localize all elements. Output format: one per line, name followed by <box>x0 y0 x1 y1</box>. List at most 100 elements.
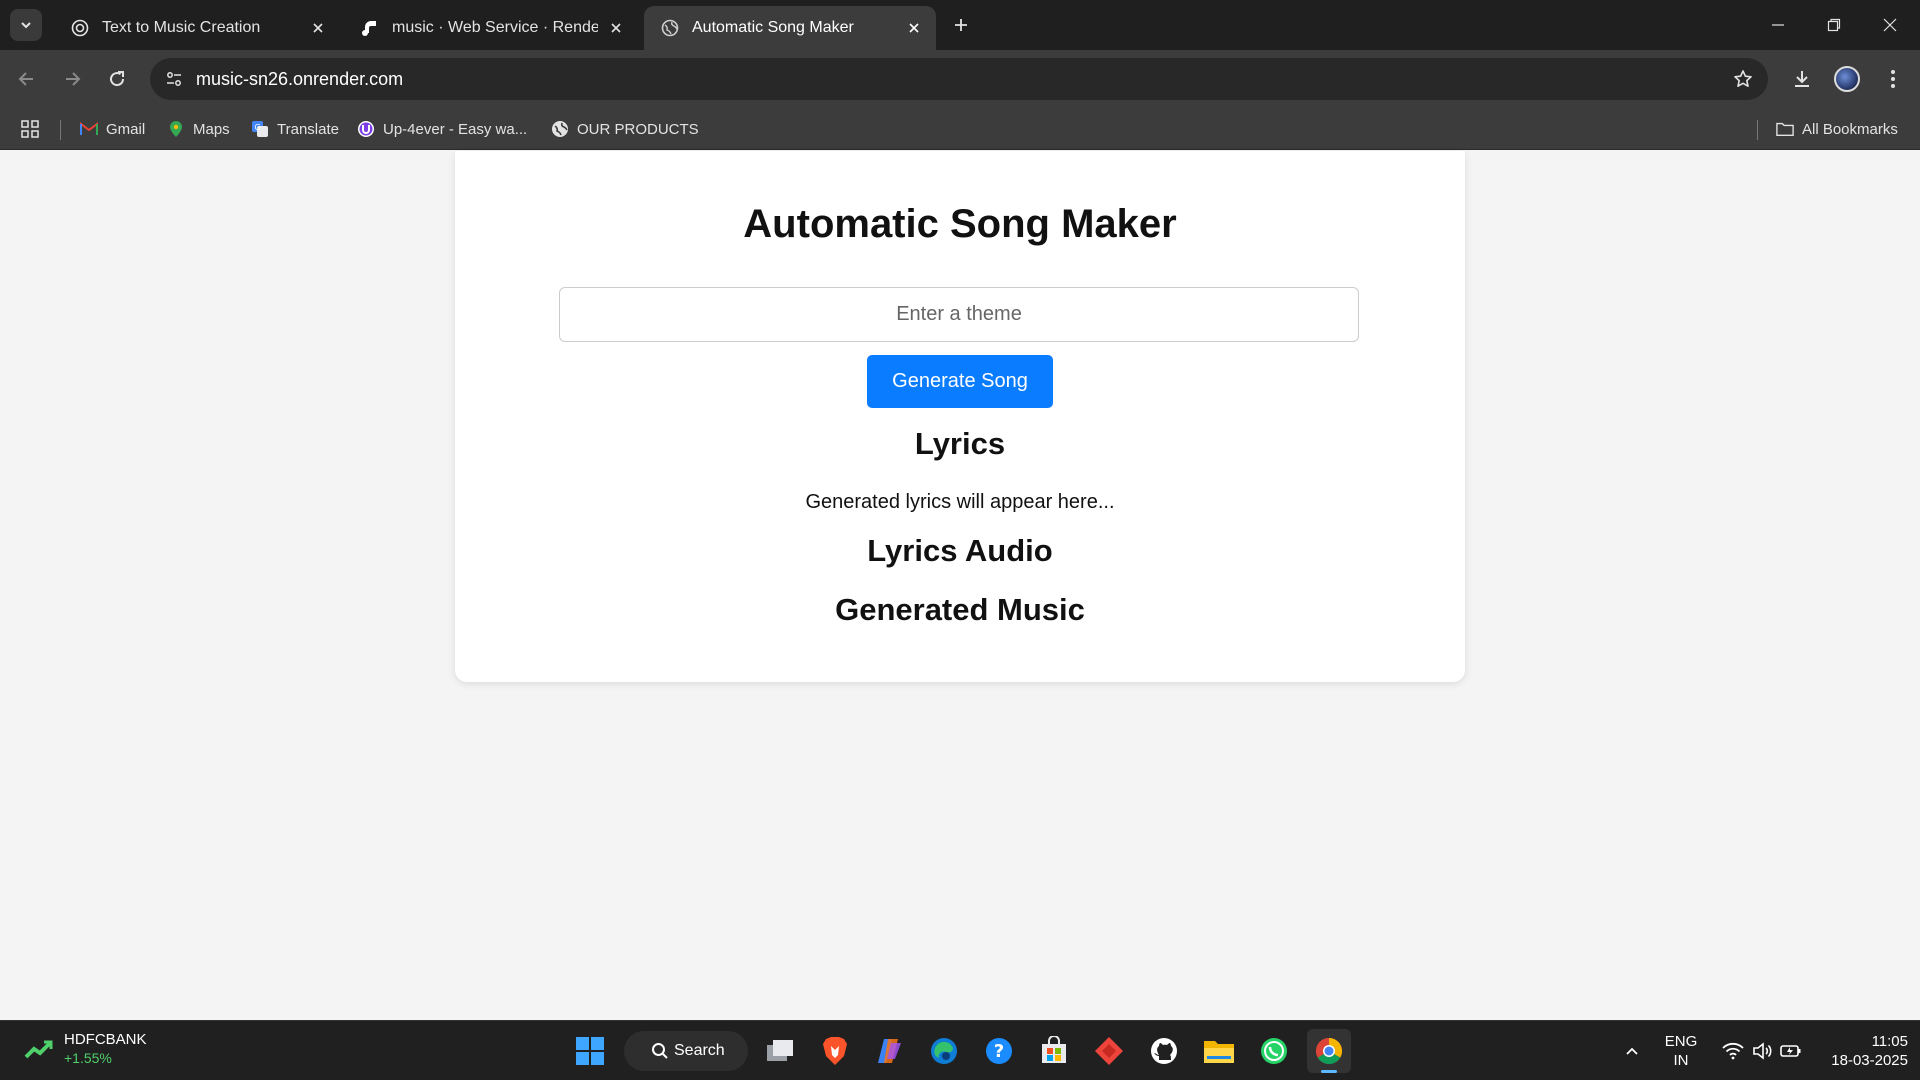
search-label: Search <box>674 1042 725 1059</box>
whatsapp-icon <box>1261 1038 1287 1064</box>
language-indicator[interactable]: ENG IN <box>1662 1032 1700 1070</box>
maps-icon <box>167 120 185 138</box>
page-title: Automatic Song Maker <box>743 202 1177 246</box>
github-app[interactable] <box>1142 1029 1186 1073</box>
chevron-up-icon <box>1626 1047 1638 1055</box>
battery-icon <box>1780 1045 1801 1057</box>
language-line-1: ENG <box>1664 1033 1698 1050</box>
apps-grid-icon <box>21 120 39 138</box>
svg-text:?: ? <box>994 1041 1004 1062</box>
task-view-icon <box>767 1040 793 1061</box>
stock-widget[interactable]: HDFCBANK +1.55% <box>24 1031 147 1067</box>
plus-icon <box>955 19 967 31</box>
arrow-right-icon <box>66 72 81 86</box>
search-icon <box>652 1043 668 1059</box>
taskbar-search[interactable]: Search <box>624 1031 748 1071</box>
song-maker-card: Automatic Song Maker Generate Song Lyric… <box>455 151 1465 682</box>
windows-logo-icon <box>576 1037 604 1065</box>
profile-button[interactable] <box>1830 62 1864 96</box>
globe-icon <box>551 120 569 138</box>
globe-icon <box>660 18 680 38</box>
all-bookmarks-button[interactable]: All Bookmarks <box>1776 117 1898 141</box>
menu-button[interactable] <box>1876 62 1910 96</box>
close-window-button[interactable] <box>1862 0 1918 50</box>
tune-icon <box>167 72 181 86</box>
star-icon <box>1734 70 1752 87</box>
volume-icon <box>1753 1042 1772 1060</box>
copilot-app[interactable] <box>867 1029 911 1073</box>
bookmark-translate[interactable]: G Translate <box>251 117 339 141</box>
tab-search-button[interactable] <box>10 9 42 41</box>
gmail-icon <box>80 120 98 138</box>
tab-title: music · Web Service · Render D <box>392 19 598 36</box>
downloads-button[interactable] <box>1785 62 1819 96</box>
bookmark-maps[interactable]: Maps <box>167 117 230 141</box>
github-icon <box>1151 1038 1177 1064</box>
theme-input[interactable] <box>559 287 1359 342</box>
lyrics-output: Generated lyrics will appear here... <box>805 491 1115 513</box>
bookmark-label: Translate <box>277 120 339 138</box>
folder-icon <box>1204 1041 1234 1063</box>
anydesk-app[interactable] <box>1087 1029 1131 1073</box>
task-view-button[interactable] <box>758 1029 802 1073</box>
quick-settings-button[interactable] <box>1712 1029 1812 1073</box>
forward-button[interactable] <box>55 62 89 96</box>
minimize-button[interactable] <box>1750 0 1806 50</box>
help-icon: ? <box>986 1038 1012 1064</box>
chrome-icon <box>1315 1037 1343 1065</box>
tab-automatic-song-maker[interactable]: Automatic Song Maker <box>644 6 936 50</box>
close-icon[interactable] <box>308 18 328 38</box>
start-button[interactable] <box>568 1029 612 1073</box>
brave-icon <box>823 1037 847 1065</box>
anydesk-icon <box>1095 1037 1123 1065</box>
bookmark-star-button[interactable] <box>1732 68 1754 90</box>
stock-change: +1.55% <box>64 1050 112 1066</box>
download-icon <box>1795 71 1809 87</box>
browser-toolbar: music-sn26.onrender.com <box>0 50 1920 108</box>
more-vertical-icon <box>1891 70 1895 88</box>
close-icon[interactable] <box>606 18 626 38</box>
tab-strip: Text to Music Creation music · Web Servi… <box>0 0 1920 50</box>
brave-app[interactable] <box>813 1029 857 1073</box>
chrome-app[interactable] <box>1307 1029 1351 1073</box>
bookmark-gmail[interactable]: Gmail <box>80 117 145 141</box>
page-viewport: Automatic Song Maker Generate Song Lyric… <box>0 151 1920 1020</box>
minimize-icon <box>1772 24 1784 26</box>
arrow-left-icon <box>18 72 33 86</box>
url-text[interactable]: music-sn26.onrender.com <box>196 69 403 90</box>
tab-title: Text to Music Creation <box>102 19 261 36</box>
site-info-button[interactable] <box>158 63 190 95</box>
bookmark-up4ever[interactable]: Up-4ever - Easy wa... <box>357 117 527 141</box>
tab-text-to-music[interactable]: Text to Music Creation <box>54 6 340 50</box>
language-line-2: IN <box>1673 1052 1689 1069</box>
divider <box>60 120 61 140</box>
bookmark-label: OUR PRODUCTS <box>577 120 699 138</box>
openai-icon <box>70 18 90 38</box>
whatsapp-app[interactable] <box>1252 1029 1296 1073</box>
help-app[interactable]: ? <box>977 1029 1021 1073</box>
apps-button[interactable] <box>20 117 40 141</box>
new-tab-button[interactable] <box>948 12 974 38</box>
back-button[interactable] <box>10 62 44 96</box>
tab-render-service[interactable]: music · Web Service · Render D <box>344 6 638 50</box>
edge-app[interactable] <box>922 1029 966 1073</box>
close-icon <box>1883 18 1897 32</box>
generate-song-button[interactable]: Generate Song <box>867 355 1053 408</box>
store-icon <box>1042 1036 1066 1063</box>
wifi-icon <box>1722 1042 1744 1060</box>
avatar <box>1834 66 1860 92</box>
store-app[interactable] <box>1032 1029 1076 1073</box>
bookmarks-bar: Gmail Maps G Translate Up-4ever - Easy w… <box>0 108 1920 150</box>
clock[interactable]: 11:05 18-03-2025 <box>1812 1032 1908 1070</box>
restore-button[interactable] <box>1806 0 1862 50</box>
bookmark-label: Gmail <box>106 120 146 138</box>
close-icon[interactable] <box>904 18 924 38</box>
show-hidden-icons-button[interactable] <box>1610 1029 1654 1073</box>
edge-icon <box>931 1038 957 1064</box>
reload-button[interactable] <box>100 62 134 96</box>
up4ever-icon <box>357 120 375 138</box>
address-bar[interactable]: music-sn26.onrender.com <box>150 58 1768 100</box>
bookmark-our-products[interactable]: OUR PRODUCTS <box>551 117 699 141</box>
stock-name: HDFCBANK <box>64 1031 147 1048</box>
file-explorer-app[interactable] <box>1197 1029 1241 1073</box>
